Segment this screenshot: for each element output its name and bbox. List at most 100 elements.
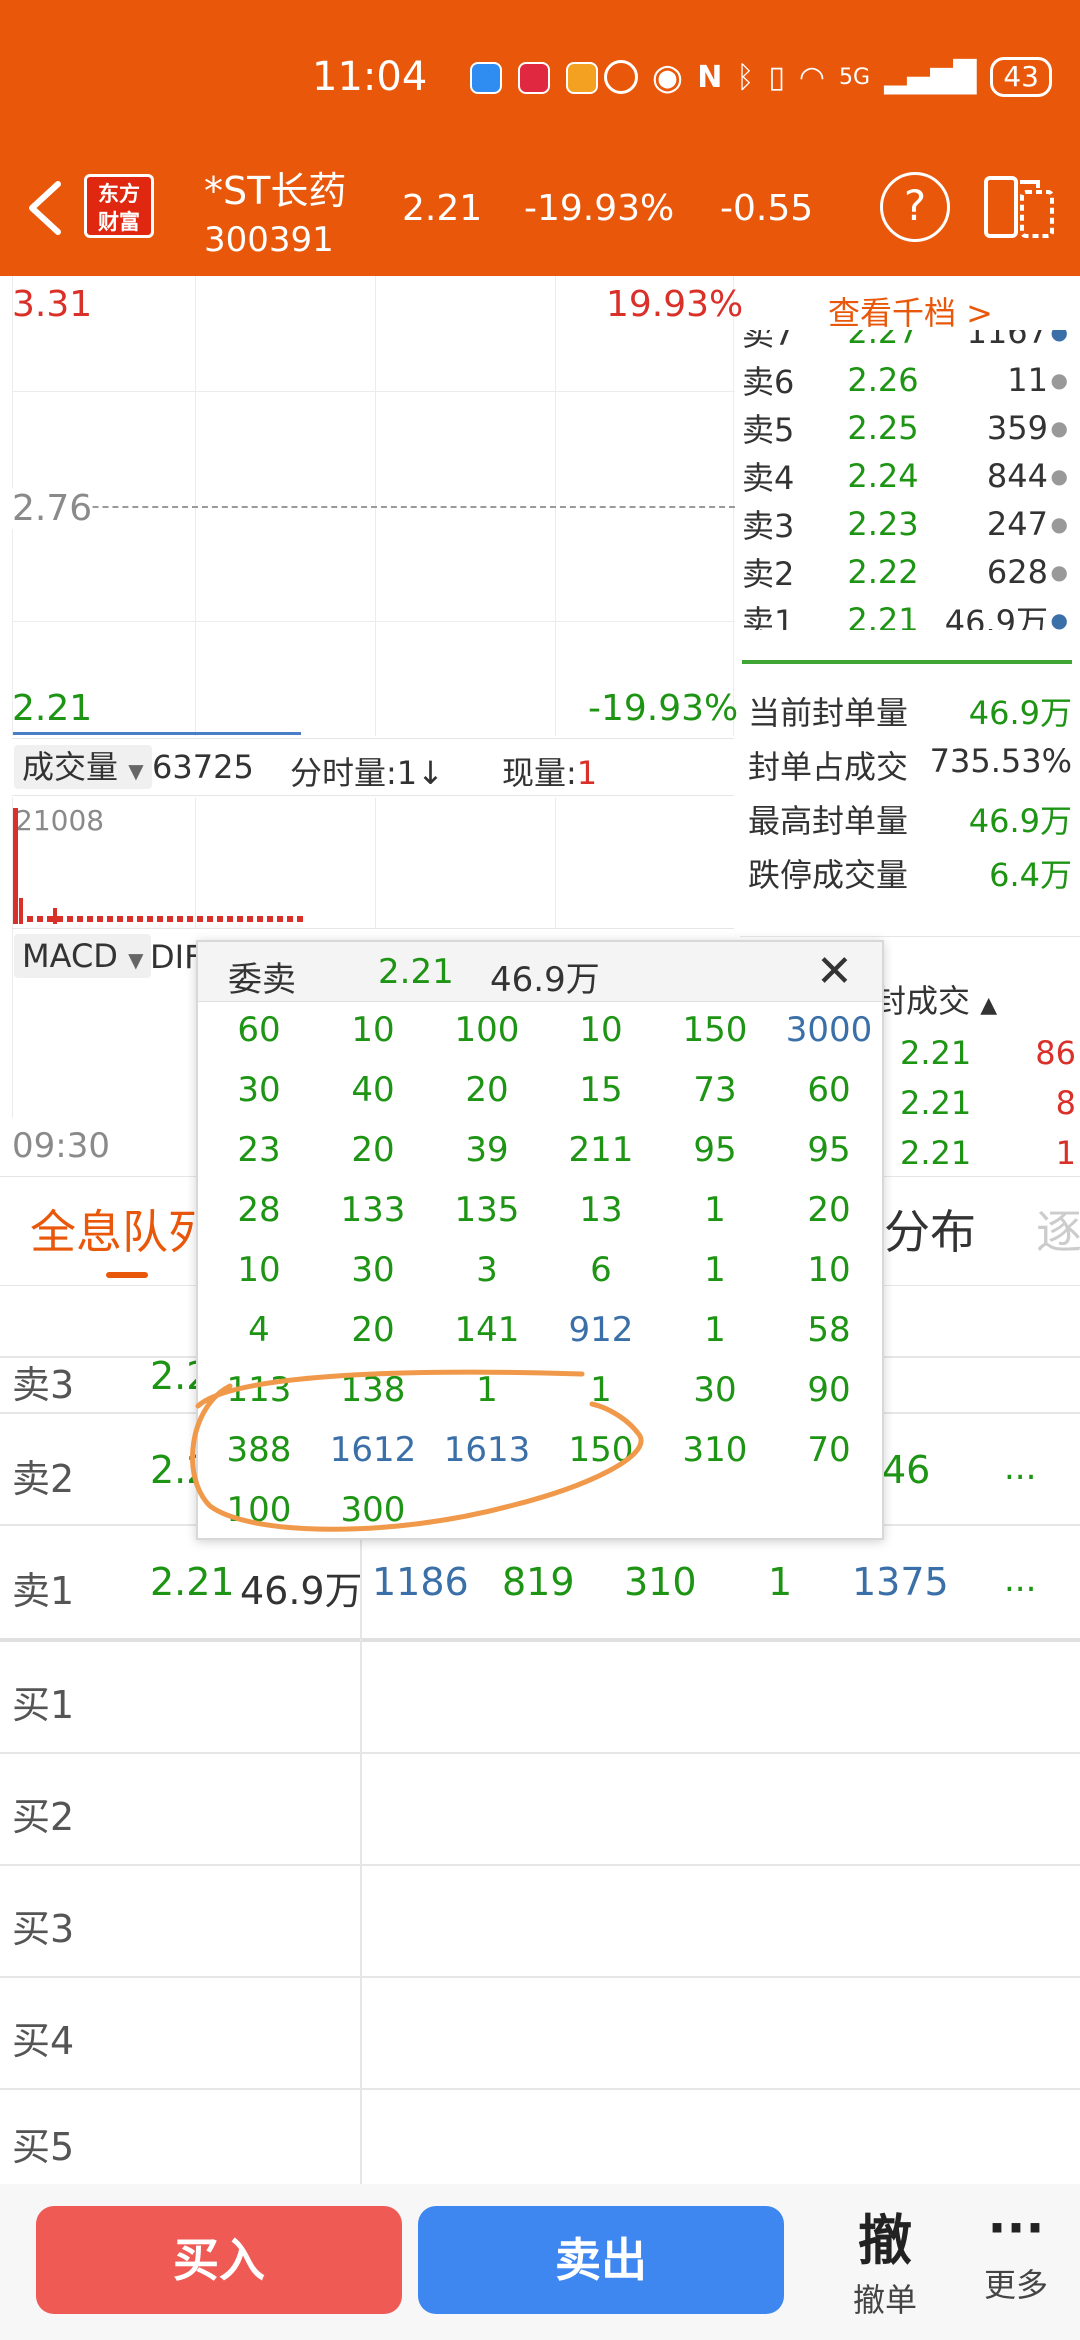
queue-order: 1	[768, 1560, 793, 1604]
chart-low-pct: -19.93%	[588, 688, 739, 729]
header-change: -0.55	[720, 188, 814, 229]
volume-max-label: 21008	[15, 804, 105, 837]
popup-title: 委卖	[228, 960, 296, 1000]
queue-label: 卖2	[12, 1457, 75, 1501]
xianliang-label: 现量:	[502, 754, 577, 792]
ob-level: 卖2	[742, 555, 795, 593]
grid-line	[555, 798, 556, 928]
bluetooth-icon: ᛒ	[736, 59, 755, 95]
grid-line	[375, 798, 376, 928]
dot-icon: ●	[1050, 330, 1068, 344]
back-arrow-icon[interactable]	[22, 178, 66, 238]
tab-next[interactable]: 逐	[1036, 1196, 1080, 1262]
queue-total: 46.9万	[240, 1569, 363, 1613]
prev-close-line	[13, 506, 735, 508]
dot-icon: ●	[1050, 464, 1068, 488]
queue-row-buy4[interactable]: 买4	[0, 1978, 1080, 2090]
switch-layout-icon[interactable]	[982, 174, 1056, 240]
orderbook-row[interactable]: 卖2 2.22 628 ●	[742, 548, 1072, 596]
popup-order-cell: 3	[476, 1250, 498, 1290]
popup-order-cell: 141	[454, 1310, 520, 1350]
ob-level: 卖3	[742, 507, 795, 545]
ob-volume: 628	[986, 553, 1048, 591]
orderbook-row[interactable]: 卖1 2.21 46.9万 ●	[742, 596, 1072, 630]
stat-row: 最高封单量 46.9万	[748, 796, 1072, 842]
stat-label: 最高封单量	[748, 802, 909, 840]
trade-vol: 86	[1035, 1034, 1076, 1072]
popup-order-cell: 3000	[785, 1010, 873, 1050]
sell-button[interactable]: 卖出	[418, 2206, 784, 2314]
popup-order-cell: 30	[237, 1070, 281, 1110]
trade-vol: 1	[1055, 1134, 1076, 1172]
orderbook-row[interactable]: 卖6 2.26 11 ●	[742, 356, 1072, 404]
popup-order-cell: 310	[682, 1430, 748, 1470]
queue-row-buy2[interactable]: 买2	[0, 1754, 1080, 1866]
trade-row: 2.21 1	[900, 1134, 1076, 1172]
ob-level: 卖4	[742, 459, 795, 497]
ob-level: 卖6	[742, 363, 795, 401]
popup-order-cell: 28	[237, 1190, 281, 1230]
more-icon: ···	[987, 2199, 1045, 2257]
stat-value: 46.9万	[968, 694, 1072, 732]
queue-label: 卖3	[12, 1363, 75, 1407]
ob-volume: 247	[986, 505, 1048, 543]
popup-order-cell: 1	[704, 1310, 726, 1350]
trade-row: 2.21 86	[900, 1034, 1076, 1072]
orderbook-row[interactable]: 卖7 2.27 1167 ●	[742, 330, 1072, 356]
queue-order: 1186	[372, 1560, 469, 1604]
tab-distribution[interactable]: 分布	[884, 1196, 976, 1262]
view-thousand-levels-link[interactable]: 查看千档 >	[828, 288, 993, 334]
header-change-pct: -19.93%	[524, 188, 675, 229]
queue-label: 买5	[12, 2125, 75, 2169]
volume-chart[interactable]: 21008	[12, 798, 734, 928]
dot-icon: ●	[1050, 560, 1068, 584]
popup-header: 委卖 2.21 46.9万 ✕	[198, 942, 882, 1002]
dot-icon: ●	[1050, 512, 1068, 536]
buy-button[interactable]: 买入	[36, 2206, 402, 2314]
close-icon[interactable]: ✕	[816, 946, 853, 997]
trades-header-label: 封成交	[874, 982, 971, 1020]
volume-selector[interactable]: 成交量 ▼	[14, 745, 152, 789]
cancel-order-button[interactable]: 撤 撤单	[832, 2196, 938, 2321]
volume-bar	[13, 808, 18, 924]
vibrate-icon: ▯	[768, 59, 785, 95]
queue-row-buy3[interactable]: 买3	[0, 1866, 1080, 1978]
popup-order-cell: 20	[351, 1310, 395, 1350]
popup-order-cell: 15	[579, 1070, 623, 1110]
divider	[740, 936, 1080, 937]
fenshi-text: 分时量:1	[290, 754, 418, 792]
popup-order-cell: 13	[579, 1190, 623, 1230]
price-chart[interactable]	[12, 276, 735, 736]
cancel-label: 撤单	[852, 2281, 917, 2319]
popup-order-cell: 1	[704, 1250, 726, 1290]
macd-selector-label: MACD	[22, 937, 118, 975]
ob-price: 2.25	[847, 409, 919, 447]
orderbook-row[interactable]: 卖5 2.25 359 ●	[742, 404, 1072, 452]
popup-order-cell: 30	[693, 1370, 737, 1410]
stat-label: 跌停成交量	[748, 856, 909, 894]
dot-icon: ●	[1050, 416, 1068, 440]
help-icon[interactable]: ?	[880, 172, 950, 242]
data-saver-icon	[603, 60, 638, 94]
queue-more[interactable]: ...	[1004, 1448, 1036, 1488]
queue-row-buy5[interactable]: 买5	[0, 2090, 1080, 2184]
xianliang: 现量:1	[502, 748, 597, 794]
trades-header[interactable]: 封成交 ▲	[874, 976, 997, 1022]
macd-selector[interactable]: MACD ▼	[14, 934, 152, 978]
header-price: 2.21	[402, 188, 483, 229]
fenshi-label[interactable]: 分时量:1↓	[290, 748, 444, 794]
popup-order-cell: 58	[807, 1310, 851, 1350]
stat-value: 6.4万	[989, 856, 1072, 894]
ob-price: 2.21	[847, 601, 919, 630]
stock-name[interactable]: *ST长药	[204, 160, 346, 215]
more-button[interactable]: ··· 更多	[966, 2196, 1066, 2306]
tab-full-queue[interactable]: 全息队列	[30, 1196, 214, 1262]
orderbook-row[interactable]: 卖3 2.23 247 ●	[742, 500, 1072, 548]
ob-volume: 46.9万	[944, 603, 1048, 630]
trade-price: 2.21	[900, 1134, 972, 1172]
logo-text-2: 财富	[98, 210, 140, 234]
queue-row-buy1[interactable]: 买1	[0, 1642, 1080, 1754]
queue-more[interactable]: ...	[1004, 1560, 1036, 1600]
orderbook-row[interactable]: 卖4 2.24 844 ●	[742, 452, 1072, 500]
popup-order-cell: 10	[579, 1010, 623, 1050]
